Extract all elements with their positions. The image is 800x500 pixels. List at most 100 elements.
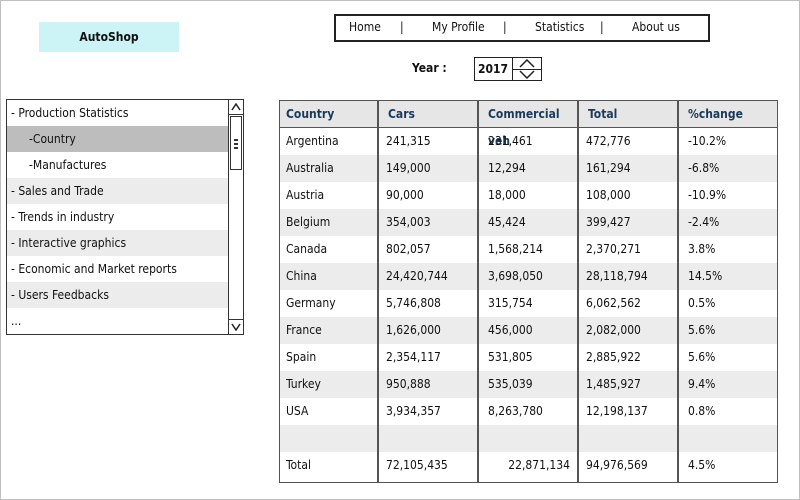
table-cell: Total: [286, 458, 312, 472]
table-row[interactable]: USA 3,934,357 8,263,780 12,198,137 0.8%: [280, 398, 777, 425]
table-cell: 14.5%: [688, 269, 723, 283]
tree-item-trends-in-industry[interactable]: - Trends in industry: [7, 204, 229, 230]
table-row[interactable]: Australia 149,000 12,294 161,294 -6.8%: [280, 155, 777, 182]
table-cell: 108,000: [586, 188, 631, 202]
table-cell: -2.4%: [688, 215, 720, 229]
table-row[interactable]: Spain 2,354,117 531,805 2,885,922 5.6%: [280, 344, 777, 371]
nav-my-profile[interactable]: My Profile: [432, 20, 485, 34]
table-cell: -10.2%: [688, 134, 727, 148]
table-header: Country Cars Commercial veh Total %chang…: [280, 101, 777, 148]
tree-item-interactive-graphics[interactable]: - Interactive graphics: [7, 230, 229, 256]
table-cell: 3,698,050: [488, 269, 543, 283]
nav-about-us[interactable]: About us: [632, 20, 680, 34]
column-header-cars[interactable]: Cars: [378, 101, 478, 128]
table-cell: Argentina: [286, 134, 339, 148]
tree-item-users-feedbacks[interactable]: - Users Feedbacks: [7, 282, 229, 308]
table-cell: 3,934,357: [386, 404, 441, 418]
table-cell: 3.8%: [688, 242, 716, 256]
scroll-up-icon: [231, 103, 241, 111]
table-cell: -6.8%: [688, 161, 720, 175]
column-header-total[interactable]: Total: [578, 101, 678, 128]
tree-item-economic-market-reports[interactable]: - Economic and Market reports: [7, 256, 229, 282]
table-cell: [478, 425, 578, 452]
table-cell: 456,000: [488, 323, 533, 337]
table-cell: 5.6%: [688, 323, 716, 337]
table-cell: 2,885,922: [586, 350, 641, 364]
table-cell: 12,198,137: [586, 404, 648, 418]
column-header-commercial-veh[interactable]: Commercial veh: [478, 101, 578, 148]
table-cell: 149,000: [386, 161, 431, 175]
table-cell: 72,105,435: [386, 458, 448, 472]
table-cell: 28,118,794: [586, 269, 648, 283]
table-cell: 5,746,808: [386, 296, 441, 310]
app-logo[interactable]: AutoShop: [39, 22, 179, 52]
tree-item-production-statistics[interactable]: - Production Statistics: [7, 100, 229, 126]
table-cell: 531,805: [488, 350, 533, 364]
table-cell: USA: [286, 404, 309, 418]
column-header-country[interactable]: Country: [280, 101, 378, 128]
table-cell: 1,568,214: [488, 242, 543, 256]
table-row[interactable]: Germany 5,746,808 315,754 6,062,562 0.5%: [280, 290, 777, 317]
table-cell: 472,776: [586, 134, 631, 148]
table-cell: Belgium: [286, 215, 331, 229]
scroll-up-button[interactable]: [229, 100, 243, 115]
table-cell: 802,057: [386, 242, 431, 256]
thumb-grip: [234, 143, 238, 145]
chevron-down-icon: [519, 70, 535, 79]
table-cell: Germany: [286, 296, 336, 310]
column-header-change[interactable]: %change: [678, 101, 777, 128]
tree-item-more[interactable]: ...: [7, 308, 229, 334]
table-cell: 2,082,000: [586, 323, 641, 337]
table-cell: [378, 425, 478, 452]
table-row[interactable]: Canada 802,057 1,568,214 2,370,271 3.8%: [280, 236, 777, 263]
year-decrement-button[interactable]: [513, 69, 541, 80]
table-cell: 18,000: [488, 188, 526, 202]
nav-separator: |: [503, 20, 507, 34]
year-value[interactable]: 2017: [475, 58, 512, 80]
table-cell: -10.9%: [688, 188, 727, 202]
table-row[interactable]: [280, 425, 777, 452]
tree-list: - Production Statistics -Country -Manufa…: [7, 100, 229, 334]
production-table: Country Cars Commercial veh Total %chang…: [279, 100, 778, 483]
table-row[interactable]: Total 72,105,435 22,871,134 94,976,569 4.5%: [280, 452, 777, 479]
scroll-down-button[interactable]: [229, 319, 243, 334]
table-row[interactable]: France 1,626,000 456,000 2,082,000 5.6%: [280, 317, 777, 344]
table-row[interactable]: Austria 90,000 18,000 108,000 -10.9%: [280, 182, 777, 209]
table-cell: 315,754: [488, 296, 533, 310]
table-cell: Australia: [286, 161, 334, 175]
top-nav: Home | My Profile | Statistics | About u…: [334, 14, 710, 42]
table-cell: 950,888: [386, 377, 431, 391]
year-stepper[interactable]: 2017: [474, 57, 542, 81]
tree-item-country[interactable]: -Country: [7, 126, 229, 152]
table-cell: [678, 425, 777, 452]
nav-home[interactable]: Home: [349, 20, 381, 34]
table-cell: 9.4%: [688, 377, 716, 391]
table-cell: 45,424: [488, 215, 526, 229]
table-cell: [578, 425, 678, 452]
table-row[interactable]: Turkey 950,888 535,039 1,485,927 9.4%: [280, 371, 777, 398]
table-cell: 5.6%: [688, 350, 716, 364]
tree-scrollbar[interactable]: [228, 100, 243, 334]
column-divider: [577, 101, 579, 482]
navigation-tree: - Production Statistics -Country -Manufa…: [6, 99, 244, 335]
thumb-grip: [234, 147, 238, 149]
table-cell: Spain: [286, 350, 317, 364]
table-row[interactable]: Argentina 241,315 231,461 472,776 -10.2%: [280, 128, 777, 155]
table-cell: Turkey: [286, 377, 321, 391]
table-row[interactable]: Belgium 354,003 45,424 399,427 -2.4%: [280, 209, 777, 236]
table-cell: 231,461: [488, 134, 533, 148]
table-cell: France: [286, 323, 322, 337]
table-cell: 24,420,744: [386, 269, 448, 283]
column-divider: [677, 101, 679, 482]
tree-item-manufactures[interactable]: -Manufactures: [7, 152, 229, 178]
table-cell: 354,003: [386, 215, 431, 229]
nav-separator: |: [600, 20, 604, 34]
column-divider: [377, 101, 379, 482]
nav-statistics[interactable]: Statistics: [535, 20, 584, 34]
table-cell: Austria: [286, 188, 325, 202]
scroll-thumb[interactable]: [230, 116, 242, 170]
table-cell: 12,294: [488, 161, 526, 175]
table-cell: 161,294: [586, 161, 631, 175]
tree-item-sales-and-trade[interactable]: - Sales and Trade: [7, 178, 229, 204]
table-row[interactable]: China 24,420,744 3,698,050 28,118,794 14.5%: [280, 263, 777, 290]
